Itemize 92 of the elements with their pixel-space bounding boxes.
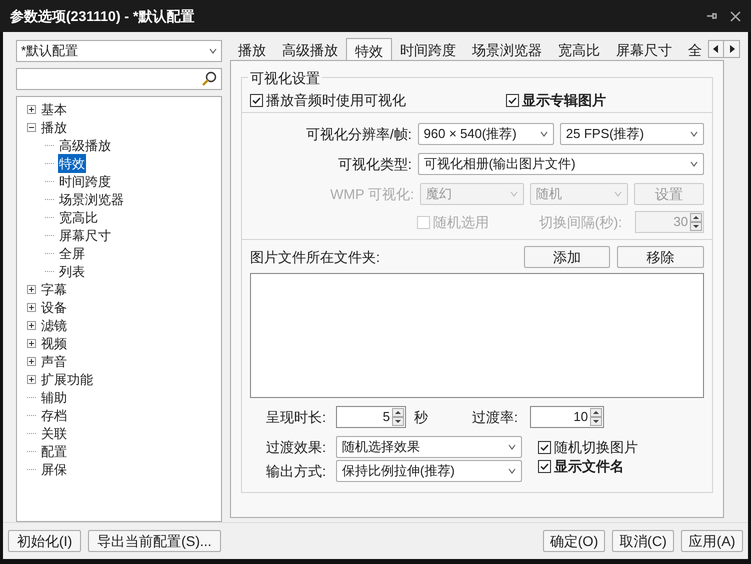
- expand-icon[interactable]: [27, 303, 36, 312]
- dropdown[interactable]: 25 FPS(推荐): [560, 123, 704, 145]
- chevron-down-icon: [209, 48, 217, 54]
- field-label: WMP 可视化:: [329, 184, 414, 204]
- chevron-down-icon: [690, 161, 698, 167]
- tab[interactable]: 全: [680, 40, 708, 60]
- chevron-down-icon: [540, 131, 548, 137]
- spin-arrows-icon[interactable]: [392, 408, 404, 426]
- field-label: 过渡率:: [472, 408, 519, 426]
- search-icon[interactable]: [201, 70, 217, 87]
- folder-list[interactable]: [250, 273, 704, 398]
- tree-item[interactable]: 滤镜: [40, 316, 68, 336]
- tab[interactable]: 播放: [230, 40, 274, 60]
- tab[interactable]: 高级播放: [274, 40, 346, 60]
- tree-item[interactable]: 声音: [40, 352, 68, 372]
- button[interactable]: 添加: [524, 246, 610, 268]
- spin-field[interactable]: 10: [530, 406, 604, 428]
- search-field[interactable]: [16, 68, 222, 90]
- chevron-down-icon: [508, 468, 516, 474]
- checkbox[interactable]: [250, 94, 263, 106]
- checkbox[interactable]: [506, 94, 519, 106]
- button[interactable]: 移除: [617, 246, 704, 268]
- expand-icon[interactable]: [27, 339, 36, 348]
- tab[interactable]: 屏幕尺寸: [608, 40, 680, 60]
- field-label: 可视化类型:: [336, 154, 412, 174]
- field-label: 图片文件所在文件夹:: [250, 248, 381, 266]
- tab[interactable]: 时间跨度: [392, 40, 464, 60]
- dropdown[interactable]: 可视化相册(输出图片文件): [418, 153, 704, 175]
- tree-item[interactable]: 字幕: [40, 280, 68, 300]
- tree-item[interactable]: 宽高比: [58, 208, 99, 228]
- tree-item[interactable]: 设备: [40, 298, 68, 318]
- scroll-left-button[interactable]: [708, 40, 724, 58]
- window-title: 参数选项(231110) - *默认配置: [10, 6, 194, 26]
- checkbox-label: 播放音频时使用可视化: [266, 90, 406, 110]
- expand-icon[interactable]: [27, 285, 36, 294]
- tree-item[interactable]: 列表: [58, 262, 86, 282]
- field-label: 切换间隔(秒):: [538, 212, 624, 232]
- field-label: 可视化分辨率/帧:: [304, 124, 412, 144]
- close-icon[interactable]: [730, 10, 741, 22]
- tree-item[interactable]: 场景浏览器: [58, 190, 125, 210]
- field-label: 过渡效果:: [265, 438, 327, 456]
- checkbox-label: 随机选用: [433, 212, 489, 232]
- tree-item[interactable]: 辅助: [40, 388, 68, 408]
- collapse-icon[interactable]: [27, 123, 36, 132]
- spin-field: 30: [635, 211, 704, 233]
- expand-icon[interactable]: [27, 375, 36, 384]
- checkbox-label: 显示专辑图片: [522, 90, 606, 110]
- field-label: 秒: [414, 408, 429, 426]
- expand-icon[interactable]: [27, 105, 36, 114]
- tree-item[interactable]: 基本: [40, 100, 68, 120]
- button[interactable]: 确定(O): [543, 530, 605, 552]
- spin-field[interactable]: 5: [336, 406, 406, 428]
- field-label: 呈现时长:: [265, 408, 327, 426]
- spin-arrows-icon[interactable]: [590, 408, 602, 426]
- tree-item[interactable]: 全屏: [58, 244, 86, 264]
- tree-item[interactable]: 特效: [58, 154, 86, 174]
- tree-item[interactable]: 扩展功能: [40, 370, 94, 390]
- triangle-left-icon: [713, 45, 719, 53]
- tree-item[interactable]: 播放: [40, 118, 68, 138]
- tree-item[interactable]: 屏保: [40, 460, 68, 480]
- expand-icon[interactable]: [27, 357, 36, 366]
- checkbox-label: 显示文件名: [554, 456, 624, 476]
- dropdown[interactable]: 保持比例拉伸(推荐): [336, 460, 522, 482]
- tree-item[interactable]: 存档: [40, 406, 68, 426]
- chevron-down-icon: [690, 131, 698, 137]
- scroll-right-button[interactable]: [724, 40, 740, 58]
- triangle-right-icon: [728, 45, 734, 53]
- button[interactable]: 应用(A): [681, 530, 743, 552]
- tab[interactable]: 场景浏览器: [464, 40, 550, 60]
- tree-item[interactable]: 配置: [40, 442, 68, 462]
- chevron-down-icon: [510, 191, 518, 197]
- tree-item[interactable]: 时间跨度: [58, 172, 112, 192]
- dropdown[interactable]: 随机选择效果: [336, 436, 522, 458]
- chevron-down-icon: [614, 191, 622, 197]
- tree-item[interactable]: 屏幕尺寸: [58, 226, 112, 246]
- tab[interactable]: 特效: [346, 38, 392, 60]
- chevron-down-icon: [508, 444, 516, 450]
- checkbox-label: 随机切换图片: [554, 438, 638, 456]
- dropdown[interactable]: 960 × 540(推荐): [418, 123, 554, 145]
- tree-item[interactable]: 高级播放: [58, 136, 112, 156]
- button[interactable]: 导出当前配置(S)...: [88, 530, 221, 552]
- checkbox[interactable]: [538, 440, 551, 454]
- pin-icon[interactable]: [706, 10, 718, 22]
- button[interactable]: 取消(C): [612, 530, 674, 552]
- tab[interactable]: 宽高比: [550, 40, 608, 60]
- field-label: 输出方式:: [265, 462, 327, 480]
- button[interactable]: 初始化(I): [8, 530, 82, 552]
- expand-icon[interactable]: [27, 321, 36, 330]
- profile-dropdown[interactable]: *默认配置: [16, 40, 222, 62]
- tree-item[interactable]: 视频: [40, 334, 68, 354]
- checkbox[interactable]: [538, 460, 551, 472]
- tree-item[interactable]: 关联: [40, 424, 68, 444]
